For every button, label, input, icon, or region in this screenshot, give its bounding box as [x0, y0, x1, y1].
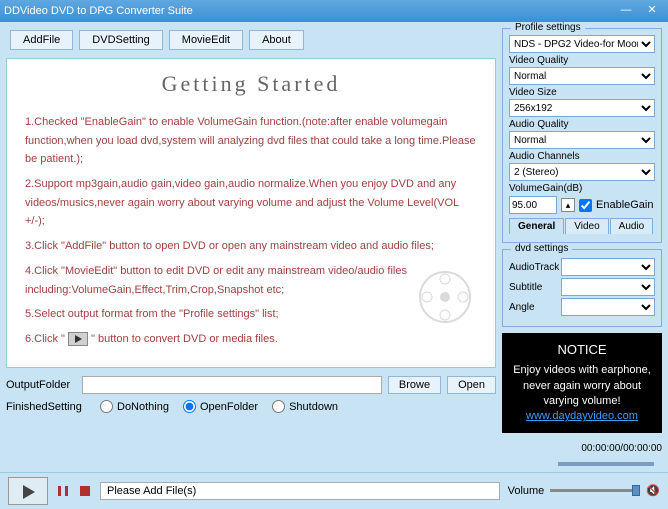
dvd-legend: dvd settings — [511, 243, 572, 254]
outputfolder-label: OutputFolder — [6, 379, 76, 391]
content-heading: Getting Started — [25, 71, 477, 97]
volumegain-input[interactable] — [509, 196, 557, 214]
status-text: Please Add File(s) — [100, 482, 500, 500]
profile-legend: Profile settings — [511, 22, 585, 33]
minimize-button[interactable]: — — [614, 3, 638, 19]
shutdown-radio[interactable] — [272, 400, 285, 413]
notice-title: NOTICE — [508, 341, 656, 359]
tab-general[interactable]: General — [509, 218, 564, 234]
addfile-button[interactable]: AddFile — [10, 30, 73, 50]
audio-channels-select[interactable]: 2 (Stereo) — [509, 163, 655, 181]
browse-button[interactable]: Browe — [388, 376, 441, 394]
finishedsetting-label: FinishedSetting — [6, 401, 86, 413]
stop-button[interactable] — [78, 484, 92, 498]
video-size-label: Video Size — [509, 87, 655, 98]
pause-button[interactable] — [56, 484, 70, 498]
volume-label: Volume — [508, 485, 545, 497]
tab-video[interactable]: Video — [565, 218, 608, 234]
audiotrack-label: AudioTrack — [509, 262, 557, 273]
video-size-select[interactable]: 256x192 — [509, 99, 655, 117]
openfolder-radio[interactable] — [183, 400, 196, 413]
notice-link[interactable]: www.daydayvideo.com — [508, 409, 656, 424]
open-button[interactable]: Open — [447, 376, 496, 394]
movieedit-button[interactable]: MovieEdit — [169, 30, 243, 50]
video-quality-label: Video Quality — [509, 55, 655, 66]
step-1: 1.Checked "EnableGain" to enable VolumeG… — [25, 113, 477, 169]
subtitle-select[interactable] — [561, 278, 655, 296]
audio-quality-label: Audio Quality — [509, 119, 655, 130]
inline-play-icon — [68, 332, 88, 346]
play-button[interactable] — [8, 477, 48, 505]
content-panel: Getting Started 1.Checked "EnableGain" t… — [6, 58, 496, 368]
outputfolder-input[interactable] — [82, 376, 382, 394]
close-button[interactable]: ✕ — [640, 3, 664, 19]
enablegain-checkbox[interactable] — [579, 199, 592, 212]
volumegain-label: VolumeGain(dB) — [509, 183, 655, 194]
profile-select[interactable]: NDS - DPG2 Video-for Moonshell 1 — [509, 35, 655, 53]
playback-progress[interactable] — [558, 462, 654, 466]
dvdsetting-button[interactable]: DVDSetting — [79, 30, 162, 50]
window-title: DDVideo DVD to DPG Converter Suite — [4, 5, 612, 17]
video-quality-select[interactable]: Normal — [509, 67, 655, 85]
donothing-radio[interactable] — [100, 400, 113, 413]
about-button[interactable]: About — [249, 30, 304, 50]
audio-channels-label: Audio Channels — [509, 151, 655, 162]
tab-audio[interactable]: Audio — [610, 218, 654, 234]
volume-slider[interactable] — [550, 489, 640, 492]
audiotrack-select[interactable] — [561, 258, 655, 276]
film-reel-icon — [415, 267, 475, 327]
step-3: 3.Click "AddFile" button to open DVD or … — [25, 237, 477, 256]
step-4: 4.Click "MovieEdit" button to edit DVD o… — [25, 262, 477, 299]
audio-quality-select[interactable]: Normal — [509, 131, 655, 149]
notice-body: Enjoy videos with earphone, never again … — [508, 363, 656, 409]
timer-display: 00:00:00/00:00:00 — [502, 443, 662, 454]
angle-label: Angle — [509, 302, 557, 313]
step-6: 6.Click " " button to convert DVD or med… — [25, 330, 477, 349]
step-2: 2.Support mp3gain,audio gain,video gain,… — [25, 175, 477, 231]
angle-select[interactable] — [561, 298, 655, 316]
subtitle-label: Subtitle — [509, 282, 557, 293]
notice-panel: NOTICE Enjoy videos with earphone, never… — [502, 333, 662, 433]
mute-icon[interactable]: 🔇 — [646, 484, 660, 497]
volumegain-stepper[interactable]: ▴ — [561, 198, 575, 212]
step-5: 5.Select output format from the "Profile… — [25, 305, 477, 324]
